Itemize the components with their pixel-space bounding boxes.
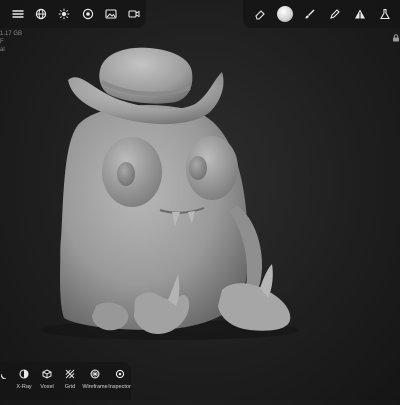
image-button[interactable] (99, 3, 122, 25)
wireframe-icon (90, 369, 100, 379)
bottom-toolbar: X-Ray Voxel Grid Wireframe Inspector (0, 362, 131, 400)
sculpt-model (40, 47, 300, 340)
grid-icon (65, 369, 75, 379)
memory-readout: 1.17 GB (0, 31, 23, 37)
material-sphere-icon (276, 6, 293, 22)
bottom-item-label: X-Ray (16, 384, 32, 390)
viewport[interactable] (0, 0, 400, 400)
brush-button[interactable] (297, 3, 322, 25)
inspector-icon (115, 369, 124, 379)
triangle-button[interactable] (347, 3, 372, 25)
bottom-item-label: Inspector (108, 384, 131, 390)
light-icon (59, 8, 70, 20)
brush-icon (305, 9, 314, 19)
eraser-icon (254, 10, 265, 20)
image-icon (105, 9, 117, 19)
bottom-item-xray[interactable]: X-Ray (12, 366, 36, 396)
xray-icon (19, 369, 29, 379)
left-pupil (117, 162, 135, 186)
material-sphere-button[interactable] (272, 3, 297, 25)
bottom-item-inspector[interactable]: Inspector (108, 366, 131, 396)
pen-button[interactable] (322, 3, 347, 25)
lock-icon[interactable] (392, 34, 400, 42)
flask-icon (379, 8, 390, 20)
flask-button[interactable] (372, 3, 397, 25)
globe-icon (35, 8, 47, 20)
top-toolbar-right (243, 0, 400, 28)
bottom-item-label: Voxel (40, 384, 54, 390)
info-line-3: al (0, 47, 5, 53)
environment-button[interactable] (29, 3, 52, 25)
pen-icon (329, 9, 340, 19)
bottom-item-voxel[interactable]: Voxel (36, 366, 58, 396)
bottom-item-label: Grid (64, 384, 76, 390)
bottom-item-wireframe[interactable]: Wireframe (82, 366, 108, 396)
bottom-item-partial[interactable] (0, 366, 12, 396)
triangle-icon (354, 9, 365, 19)
camera-icon (128, 10, 140, 18)
right-pupil (189, 156, 207, 180)
lighting-button[interactable] (53, 3, 76, 25)
top-toolbar-left (0, 0, 146, 28)
scene-info: 1.17 GB F al (0, 30, 22, 54)
partial-icon (1, 373, 7, 379)
eraser-button[interactable] (247, 3, 272, 25)
voxel-icon (42, 369, 52, 379)
bottom-item-grid[interactable]: Grid (58, 366, 82, 396)
bottom-item-label: Wireframe (82, 384, 108, 390)
menu-button[interactable] (6, 3, 29, 25)
info-line-2: F (0, 39, 4, 45)
material-icon (82, 8, 93, 20)
material-button[interactable] (76, 3, 99, 25)
menu-icon (11, 10, 24, 18)
camera-button[interactable] (123, 3, 146, 25)
